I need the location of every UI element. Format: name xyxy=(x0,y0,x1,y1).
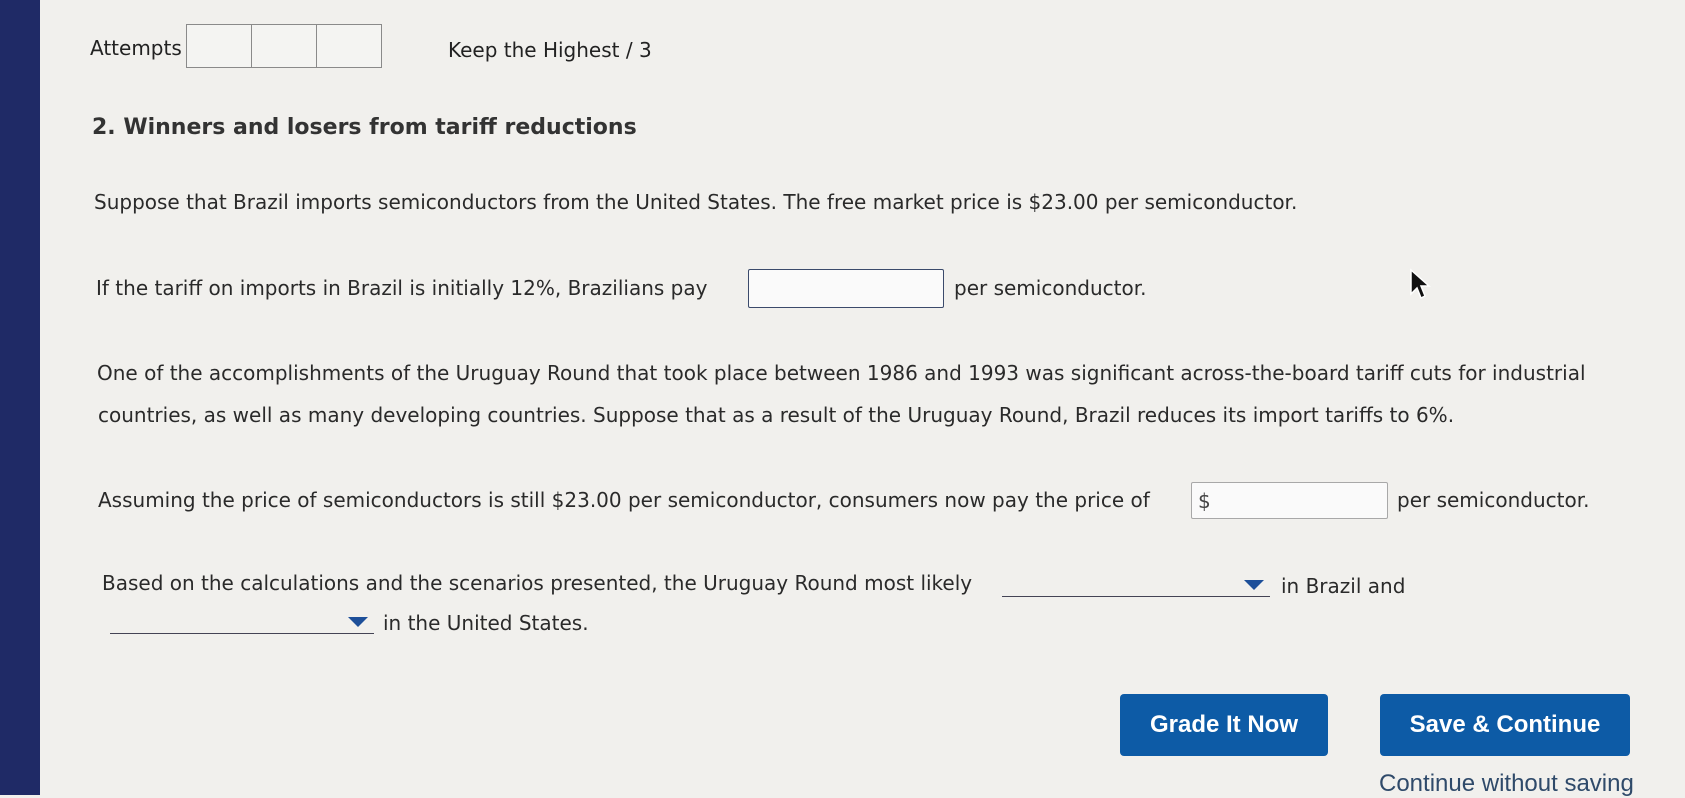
initial-price-input[interactable] xyxy=(748,269,944,308)
mouse-cursor-icon xyxy=(1410,268,1431,300)
assume-prefix-text: Assuming the price of semiconductors is … xyxy=(98,488,1150,512)
save-continue-button[interactable]: Save & Continue xyxy=(1380,694,1630,756)
attempt-box-2 xyxy=(251,24,317,68)
tariff-suffix-text: per semiconductor. xyxy=(954,276,1147,300)
attempt-indicators xyxy=(186,24,382,68)
question-title: 2. Winners and losers from tariff reduct… xyxy=(92,115,637,140)
attempts-label: Attempts xyxy=(90,36,182,60)
grade-it-now-button[interactable]: Grade It Now xyxy=(1120,694,1328,756)
assume-suffix-text: per semiconductor. xyxy=(1397,488,1590,512)
dollar-sign: $ xyxy=(1198,489,1211,513)
us-effect-dropdown[interactable] xyxy=(110,607,374,634)
keep-highest-label: Keep the Highest / 3 xyxy=(448,38,652,62)
chevron-down-icon xyxy=(348,617,368,627)
left-sidebar-bar xyxy=(0,0,40,795)
based-mid-text: in Brazil and xyxy=(1281,574,1406,598)
intro-text: Suppose that Brazil imports semiconducto… xyxy=(94,190,1298,214)
tariff-prefix-text: If the tariff on imports in Brazil is in… xyxy=(96,276,708,300)
uruguay-text-line1: One of the accomplishments of the Urugua… xyxy=(97,361,1586,385)
uruguay-text-line2: countries, as well as many developing co… xyxy=(98,403,1455,427)
new-price-input[interactable] xyxy=(1191,482,1388,519)
based-prefix-text: Based on the calculations and the scenar… xyxy=(102,571,973,595)
continue-without-saving-link[interactable]: Continue without saving xyxy=(1379,770,1634,798)
attempt-box-3 xyxy=(316,24,382,68)
brazil-effect-dropdown[interactable] xyxy=(1002,570,1270,597)
attempt-box-1 xyxy=(186,24,252,68)
chevron-down-icon xyxy=(1244,580,1264,590)
based-suffix-text: in the United States. xyxy=(383,611,589,635)
